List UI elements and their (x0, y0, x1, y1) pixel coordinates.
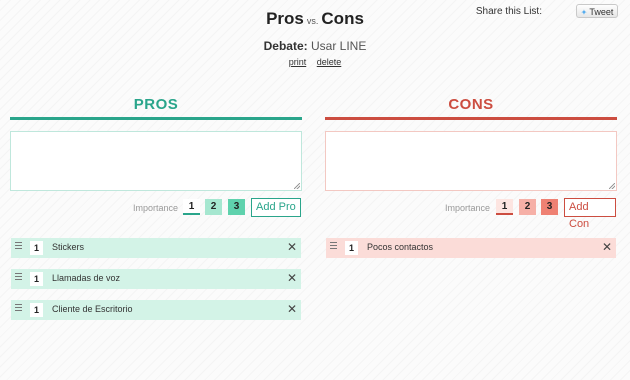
remove-icon[interactable]: ✕ (287, 240, 297, 254)
item-importance: 1 (345, 241, 358, 255)
con-item[interactable]: 1 Pocos contactos ✕ (326, 238, 616, 258)
drag-handle-icon[interactable] (15, 242, 22, 251)
twitter-bird-icon: ✦ (580, 8, 588, 17)
item-text: Llamadas de voz (52, 273, 121, 283)
pro-item[interactable]: 1 Stickers ✕ (11, 238, 301, 258)
title-pros: Pros (266, 9, 304, 28)
drag-handle-icon[interactable] (330, 242, 337, 251)
cons-importance-3[interactable]: 3 (541, 199, 558, 215)
remove-icon[interactable]: ✕ (602, 240, 612, 254)
item-importance: 1 (30, 272, 43, 286)
resize-grip-icon[interactable] (294, 183, 300, 189)
pros-input[interactable] (10, 131, 302, 191)
tweet-label: Tweet (589, 7, 614, 17)
pros-importance-1[interactable]: 1 (183, 199, 200, 215)
list-actions: print delete (0, 57, 630, 67)
cons-importance-2[interactable]: 2 (519, 199, 536, 215)
title-vs: vs. (306, 16, 319, 26)
pros-divider (10, 117, 302, 120)
item-text: Pocos contactos (367, 242, 434, 252)
cons-importance-1[interactable]: 1 (496, 199, 513, 215)
share-label: Share this List: (475, 6, 542, 17)
tweet-button[interactable]: ✦ Tweet (576, 4, 618, 18)
pros-heading: PROS (133, 96, 179, 113)
item-text: Stickers (52, 242, 85, 252)
print-link[interactable]: print (289, 57, 307, 67)
cons-input[interactable] (325, 131, 617, 191)
pro-item[interactable]: 1 Cliente de Escritorio ✕ (11, 300, 301, 320)
debate-label: Debate: (263, 39, 308, 53)
cons-divider (325, 117, 617, 120)
drag-handle-icon[interactable] (15, 273, 22, 282)
pro-item[interactable]: 1 Llamadas de voz ✕ (11, 269, 301, 289)
cons-heading: CONS (448, 96, 494, 113)
pros-importance-2[interactable]: 2 (205, 199, 222, 215)
remove-icon[interactable]: ✕ (287, 302, 297, 316)
drag-handle-icon[interactable] (15, 304, 22, 313)
add-pro-button[interactable]: Add Pro (251, 198, 301, 217)
pros-importance-3[interactable]: 3 (228, 199, 245, 215)
add-con-button[interactable]: Add Con (564, 198, 616, 230)
cons-importance-label: Importance (445, 203, 491, 213)
item-text: Cliente de Escritorio (52, 304, 133, 314)
resize-grip-icon[interactable] (609, 183, 615, 189)
item-importance: 1 (30, 303, 43, 317)
delete-link[interactable]: delete (317, 57, 342, 67)
debate-topic: Usar LINE (311, 39, 367, 53)
debate-line: Debate: Usar LINE (0, 39, 630, 53)
pros-importance-label: Importance (133, 203, 179, 213)
title-cons: Cons (321, 9, 364, 28)
item-importance: 1 (30, 241, 43, 255)
remove-icon[interactable]: ✕ (287, 271, 297, 285)
